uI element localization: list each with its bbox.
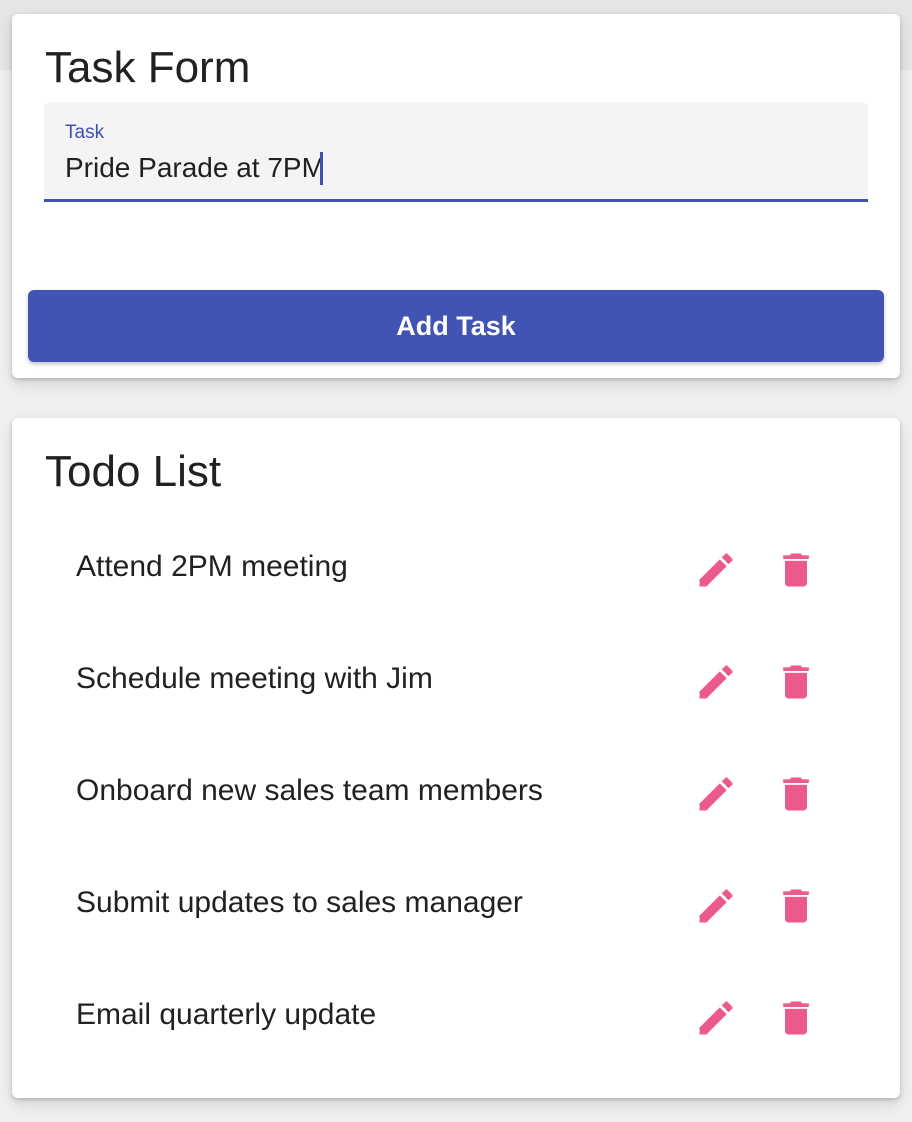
todo-list-card: Todo List Attend 2PM meeting Schedule me… [12,418,900,1098]
trash-icon[interactable] [774,660,818,704]
trash-icon[interactable] [774,884,818,928]
todo-item: Email quarterly update [12,962,900,1074]
task-text-field[interactable]: Task [44,102,868,202]
todo-item-text: Attend 2PM meeting [76,550,348,583]
task-form-title: Task Form [45,43,251,92]
task-form-card: Task Form Task Add Task [12,14,900,378]
todo-item: Schedule meeting with Jim [12,626,900,738]
todo-list: Attend 2PM meeting Schedule meeting with… [12,514,900,1074]
pencil-icon[interactable] [694,772,738,816]
trash-icon[interactable] [774,772,818,816]
todo-list-title: Todo List [45,447,222,496]
text-caret [320,152,323,185]
task-input[interactable] [65,152,845,184]
todo-item-text: Email quarterly update [76,998,377,1031]
todo-item-text: Schedule meeting with Jim [76,662,433,695]
trash-icon[interactable] [774,548,818,592]
pencil-icon[interactable] [694,548,738,592]
todo-item-text: Submit updates to sales manager [76,886,523,919]
todo-item-text: Onboard new sales team members [76,774,543,807]
todo-item: Attend 2PM meeting [12,514,900,626]
task-field-label: Task [65,122,105,143]
pencil-icon[interactable] [694,996,738,1040]
add-task-button[interactable]: Add Task [28,290,884,362]
todo-item: Onboard new sales team members [12,738,900,850]
trash-icon[interactable] [774,996,818,1040]
pencil-icon[interactable] [694,884,738,928]
todo-item: Submit updates to sales manager [12,850,900,962]
pencil-icon[interactable] [694,660,738,704]
